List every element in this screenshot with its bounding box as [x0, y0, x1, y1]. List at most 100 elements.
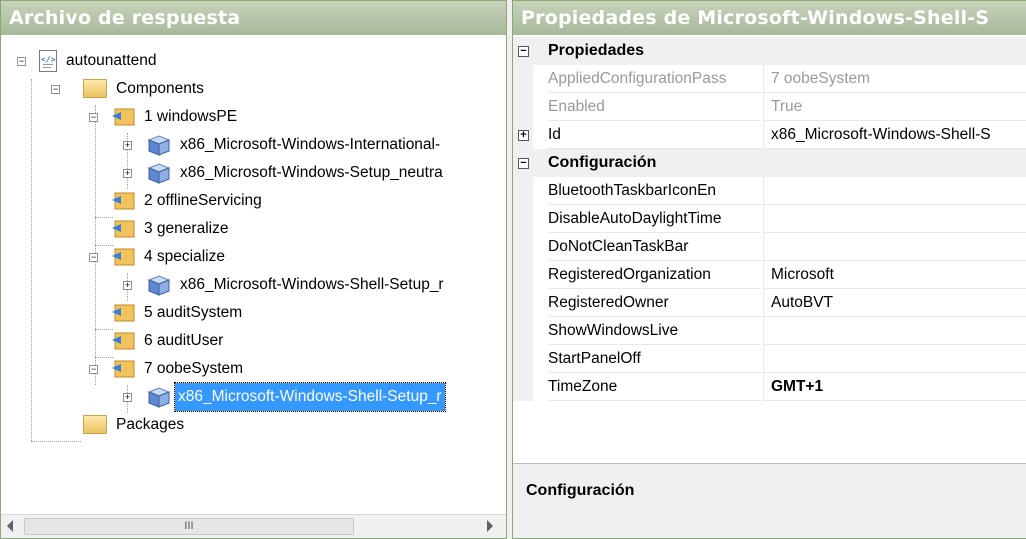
- setting-row[interactable]: DisableAutoDaylightTime: [513, 205, 1026, 233]
- tree-node-pass-generalize[interactable]: 3 generalize: [1, 215, 506, 243]
- property-value: True: [763, 93, 1026, 121]
- expand-icon[interactable]: +: [123, 281, 132, 290]
- expand-icon[interactable]: +: [123, 141, 132, 150]
- tree-node-component[interactable]: + x86_Microsoft-Windows-Shell-Setup_r: [1, 271, 506, 299]
- tree-node-components[interactable]: − Components: [1, 75, 506, 103]
- tree-node-pass-audituser[interactable]: 6 auditUser: [1, 327, 506, 355]
- component-cube-icon: [147, 162, 171, 184]
- collapse-icon[interactable]: −: [17, 57, 26, 66]
- tree-label-pass: 6 auditUser: [144, 332, 224, 349]
- tree-label-root: autounattend: [66, 52, 157, 69]
- tree-node-packages[interactable]: Packages: [1, 411, 506, 439]
- setting-row[interactable]: RegisteredOwner AutoBVT: [513, 289, 1026, 317]
- property-grid[interactable]: − Propiedades AppliedConfigurationPass 7…: [513, 37, 1026, 401]
- setting-name: BluetoothTaskbarIconEn: [548, 177, 761, 205]
- property-value: x86_Microsoft-Windows-Shell-S: [763, 121, 1026, 149]
- setting-name: StartPanelOff: [548, 345, 761, 373]
- tree-node-component-selected[interactable]: + x86_Microsoft-Windows-Shell-Setup_r: [1, 382, 506, 412]
- description-title: Configuración: [526, 482, 635, 499]
- tree-node-root[interactable]: − </> autounattend: [1, 47, 506, 75]
- scroll-right-arrow-icon[interactable]: [487, 520, 493, 532]
- scroll-left-arrow-icon[interactable]: [7, 520, 13, 532]
- config-pass-icon: [111, 219, 135, 238]
- tree-node-pass-auditsystem[interactable]: 5 auditSystem: [1, 299, 506, 327]
- row-margin: [513, 205, 533, 233]
- setting-value[interactable]: [763, 233, 1026, 261]
- collapse-icon[interactable]: −: [89, 365, 98, 374]
- collapse-icon[interactable]: −: [518, 46, 529, 57]
- expand-icon[interactable]: +: [518, 130, 529, 141]
- setting-name: DisableAutoDaylightTime: [548, 205, 761, 233]
- tree-label-pass: 1 windowsPE: [144, 108, 238, 125]
- setting-row[interactable]: DoNotCleanTaskBar: [513, 233, 1026, 261]
- xml-file-icon: </>: [39, 50, 57, 72]
- tree-connector: [31, 441, 81, 442]
- description-pane: Configuración: [513, 463, 1026, 538]
- component-cube-icon: [147, 274, 171, 296]
- answer-file-title: Archivo de respuesta: [1, 1, 506, 35]
- row-margin: [513, 261, 533, 289]
- property-value: 7 oobeSystem: [763, 65, 1026, 93]
- tree-label-component: x86_Microsoft-Windows-Setup_neutra: [180, 164, 443, 181]
- folder-icon: [83, 79, 107, 98]
- collapse-icon[interactable]: −: [518, 158, 529, 169]
- setting-value[interactable]: GMT+1: [763, 373, 1026, 401]
- tree-label-component: x86_Microsoft-Windows-Shell-Setup_r: [180, 276, 444, 293]
- tree-node-pass-offlineservicing[interactable]: 2 offlineServicing: [1, 187, 506, 215]
- tree-node-component[interactable]: + x86_Microsoft-Windows-Setup_neutra: [1, 159, 506, 187]
- setting-value[interactable]: Microsoft: [763, 261, 1026, 289]
- row-margin: [513, 317, 533, 345]
- setting-row[interactable]: StartPanelOff: [513, 345, 1026, 373]
- property-row[interactable]: AppliedConfigurationPass 7 oobeSystem: [513, 65, 1026, 93]
- config-pass-icon: [111, 359, 135, 378]
- tree-label-pass: 4 specialize: [144, 248, 225, 265]
- tree-label-component: x86_Microsoft-Windows-International-: [180, 136, 441, 153]
- setting-name: TimeZone: [548, 373, 761, 401]
- tree-node-pass-windowspe[interactable]: − 1 windowsPE: [1, 103, 506, 131]
- category-label: Configuración: [548, 154, 657, 171]
- answer-file-tree[interactable]: − </> autounattend − Components − 1 wind…: [1, 37, 506, 507]
- tree-node-component[interactable]: + x86_Microsoft-Windows-International-: [1, 131, 506, 159]
- svg-text:</>: </>: [41, 55, 56, 64]
- component-cube-icon: [147, 386, 171, 408]
- config-pass-icon: [111, 331, 135, 350]
- setting-row[interactable]: BluetoothTaskbarIconEn: [513, 177, 1026, 205]
- category-propiedades[interactable]: − Propiedades: [513, 37, 1026, 65]
- properties-title: Propiedades de Microsoft-Windows-Shell-S: [513, 1, 1026, 35]
- setting-row[interactable]: RegisteredOrganization Microsoft: [513, 261, 1026, 289]
- setting-row[interactable]: TimeZone GMT+1: [513, 373, 1026, 401]
- collapse-icon[interactable]: −: [89, 253, 98, 262]
- setting-value[interactable]: [763, 177, 1026, 205]
- row-margin: [513, 65, 533, 93]
- tree-node-pass-oobesystem[interactable]: − 7 oobeSystem: [1, 355, 506, 383]
- setting-row[interactable]: ShowWindowsLive: [513, 317, 1026, 345]
- property-row-id[interactable]: + Id x86_Microsoft-Windows-Shell-S: [513, 121, 1026, 149]
- config-pass-icon: [111, 191, 135, 210]
- collapse-icon[interactable]: −: [89, 113, 98, 122]
- horizontal-scrollbar[interactable]: III: [1, 514, 506, 538]
- expand-icon[interactable]: +: [123, 169, 132, 178]
- expand-icon[interactable]: +: [123, 393, 132, 402]
- row-margin: [513, 345, 533, 373]
- tree-label-packages: Packages: [116, 416, 185, 433]
- setting-value[interactable]: [763, 317, 1026, 345]
- property-name: Enabled: [548, 93, 761, 121]
- scrollbar-thumb[interactable]: III: [24, 518, 354, 535]
- config-pass-icon: [111, 303, 135, 322]
- row-margin: [513, 177, 533, 205]
- setting-value[interactable]: [763, 205, 1026, 233]
- row-margin: [513, 373, 533, 401]
- tree-label-pass: 2 offlineServicing: [144, 192, 262, 209]
- property-name: AppliedConfigurationPass: [548, 65, 761, 93]
- properties-pane: Propiedades de Microsoft-Windows-Shell-S…: [512, 0, 1026, 539]
- tree-node-pass-specialize[interactable]: − 4 specialize: [1, 243, 506, 271]
- setting-value[interactable]: AutoBVT: [763, 289, 1026, 317]
- property-row[interactable]: Enabled True: [513, 93, 1026, 121]
- category-configuracion[interactable]: − Configuración: [513, 149, 1026, 177]
- collapse-icon[interactable]: −: [51, 85, 60, 94]
- setting-name: ShowWindowsLive: [548, 317, 761, 345]
- tree-label-pass: 5 auditSystem: [144, 304, 243, 321]
- row-margin: [513, 289, 533, 317]
- row-margin: [513, 93, 533, 121]
- setting-value[interactable]: [763, 345, 1026, 373]
